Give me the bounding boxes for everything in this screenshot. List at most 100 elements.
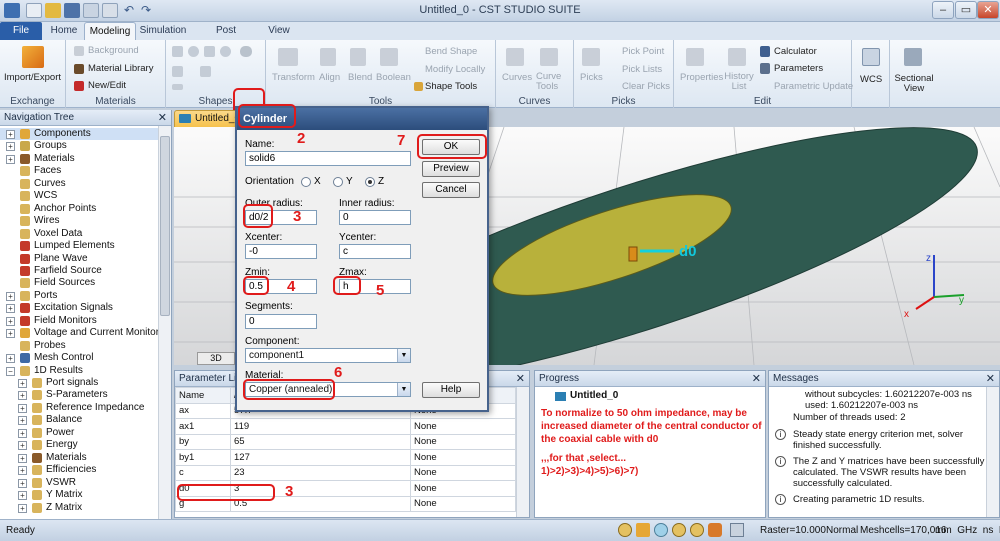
properties-button[interactable]: Properties: [680, 72, 723, 83]
table-cell-type[interactable]: None: [410, 464, 516, 481]
wcs-button[interactable]: WCS: [860, 74, 882, 85]
tree-item[interactable]: + VSWR: [0, 477, 158, 489]
import-export-button[interactable]: Import/Export: [4, 72, 61, 83]
clear-picks-button[interactable]: Clear Picks: [622, 81, 670, 92]
tree-item[interactable]: + Materials: [0, 153, 158, 165]
background-button[interactable]: Background: [88, 45, 139, 56]
message-item[interactable]: i Creating parametric 1D results.: [775, 494, 989, 505]
expand-toggle-icon[interactable]: +: [18, 491, 27, 501]
close-icon[interactable]: ✕: [158, 110, 167, 126]
table-cell-type[interactable]: None: [410, 433, 516, 450]
central-conductor[interactable]: [628, 246, 638, 262]
history-list-button[interactable]: History List: [724, 72, 754, 92]
close-button[interactable]: ✕: [977, 1, 999, 19]
align-button[interactable]: Align: [319, 72, 340, 83]
expand-toggle-icon[interactable]: +: [18, 453, 27, 463]
expand-toggle-icon[interactable]: +: [6, 354, 15, 364]
expand-toggle-icon[interactable]: +: [18, 478, 27, 488]
tab-home[interactable]: Home: [45, 22, 83, 40]
tree-scrollbar[interactable]: [158, 126, 171, 520]
table-cell-name[interactable]: ax1: [175, 418, 231, 435]
tree-item[interactable]: + Materials: [0, 452, 158, 464]
pan-icon[interactable]: [636, 523, 650, 537]
material-library-button[interactable]: Material Library: [88, 63, 153, 74]
tree-item[interactable]: + Port signals: [0, 377, 158, 389]
tree-item[interactable]: Wires: [0, 215, 158, 227]
table-cell-name[interactable]: by1: [175, 449, 231, 466]
table-cell-value[interactable]: 127: [230, 449, 411, 466]
transform-button[interactable]: Transform: [272, 72, 315, 83]
orientation-y-radio[interactable]: [333, 177, 343, 187]
tree-item[interactable]: + Reference Impedance: [0, 402, 158, 414]
tree-item[interactable]: Plane Wave: [0, 253, 158, 265]
reset-view-icon[interactable]: [708, 523, 722, 537]
boolean-icon[interactable]: [380, 48, 398, 66]
tree-item[interactable]: + Power: [0, 427, 158, 439]
table-cell-type[interactable]: None: [410, 418, 516, 435]
expand-toggle-icon[interactable]: +: [6, 304, 15, 314]
orientation-z-radio[interactable]: [365, 177, 375, 187]
xcenter-input[interactable]: [245, 244, 317, 259]
expand-toggle-icon[interactable]: +: [18, 403, 27, 413]
table-cell-type[interactable]: None: [410, 495, 516, 512]
parameters-button[interactable]: Parameters: [774, 63, 823, 74]
tree-item[interactable]: − 1D Results: [0, 365, 158, 377]
expand-toggle-icon[interactable]: +: [18, 503, 27, 513]
sectional-view-icon[interactable]: [904, 48, 922, 66]
torus-icon[interactable]: [220, 46, 231, 57]
picks-icon[interactable]: [582, 48, 600, 66]
tree-item[interactable]: + Efficiencies: [0, 464, 158, 476]
preview-button[interactable]: Preview: [422, 161, 480, 177]
tree-item[interactable]: Curves: [0, 178, 158, 190]
tab-view[interactable]: View: [264, 22, 294, 40]
tree-item[interactable]: WCS: [0, 190, 158, 202]
cone-icon[interactable]: [204, 46, 215, 57]
table-cell-name[interactable]: by: [175, 433, 231, 450]
new-edit-button[interactable]: New/Edit: [88, 80, 126, 91]
inner-radius-input[interactable]: [339, 210, 411, 225]
close-icon[interactable]: ✕: [516, 371, 525, 387]
tree-item[interactable]: + Field Monitors: [0, 315, 158, 327]
loft-icon[interactable]: [172, 84, 183, 90]
rotate-icon[interactable]: [200, 66, 211, 77]
tree-item[interactable]: Voxel Data: [0, 228, 158, 240]
minimize-button[interactable]: –: [932, 1, 954, 19]
expand-toggle-icon[interactable]: +: [6, 130, 15, 139]
calculator-button[interactable]: Calculator: [774, 46, 817, 57]
tree-item[interactable]: Faces: [0, 165, 158, 177]
name-input[interactable]: [245, 151, 411, 166]
tree-item[interactable]: + Mesh Control: [0, 352, 158, 364]
blend-button[interactable]: Blend: [348, 72, 372, 83]
message-item[interactable]: i The Z and Y matrices have been successf…: [775, 456, 989, 489]
expand-toggle-icon[interactable]: +: [18, 379, 27, 388]
tree-item[interactable]: + Components: [0, 128, 158, 141]
brick-icon[interactable]: [172, 46, 183, 57]
tree-item[interactable]: Field Sources: [0, 277, 158, 289]
table-cell-name[interactable]: ax: [175, 402, 231, 419]
close-icon[interactable]: ✕: [752, 371, 761, 387]
zoom-window-icon[interactable]: [690, 523, 704, 537]
table-cell-value[interactable]: 119: [230, 418, 411, 435]
tree-item[interactable]: + Y Matrix: [0, 489, 158, 501]
view-mode-tab-3d[interactable]: 3D: [197, 352, 235, 365]
table-cell-value[interactable]: 23: [230, 464, 411, 481]
blend-icon[interactable]: [350, 48, 366, 66]
component-select[interactable]: component1 ▼: [245, 348, 411, 363]
table-row[interactable]: by 65 None: [175, 433, 516, 450]
expand-toggle-icon[interactable]: +: [18, 428, 27, 438]
expand-toggle-icon[interactable]: −: [6, 366, 15, 376]
table-row[interactable]: c 23 None: [175, 464, 516, 481]
expand-toggle-icon[interactable]: +: [6, 316, 15, 326]
table-row[interactable]: ax1 119 None: [175, 418, 516, 435]
tree-item[interactable]: + Voltage and Current Monitors: [0, 327, 164, 339]
tab-post-processing[interactable]: Post Processing: [192, 22, 260, 54]
cylinder-icon[interactable]: [240, 46, 252, 57]
table-cell-type[interactable]: None: [410, 480, 516, 497]
rotate-view-icon[interactable]: [654, 523, 668, 537]
tree-item[interactable]: + Z Matrix: [0, 502, 158, 514]
tree-item[interactable]: Farfield Source: [0, 265, 158, 277]
tree-item[interactable]: Probes: [0, 340, 158, 352]
tree-item[interactable]: + Excitation Signals: [0, 302, 158, 314]
tab-file[interactable]: File: [0, 22, 42, 40]
properties-icon[interactable]: [686, 48, 704, 66]
